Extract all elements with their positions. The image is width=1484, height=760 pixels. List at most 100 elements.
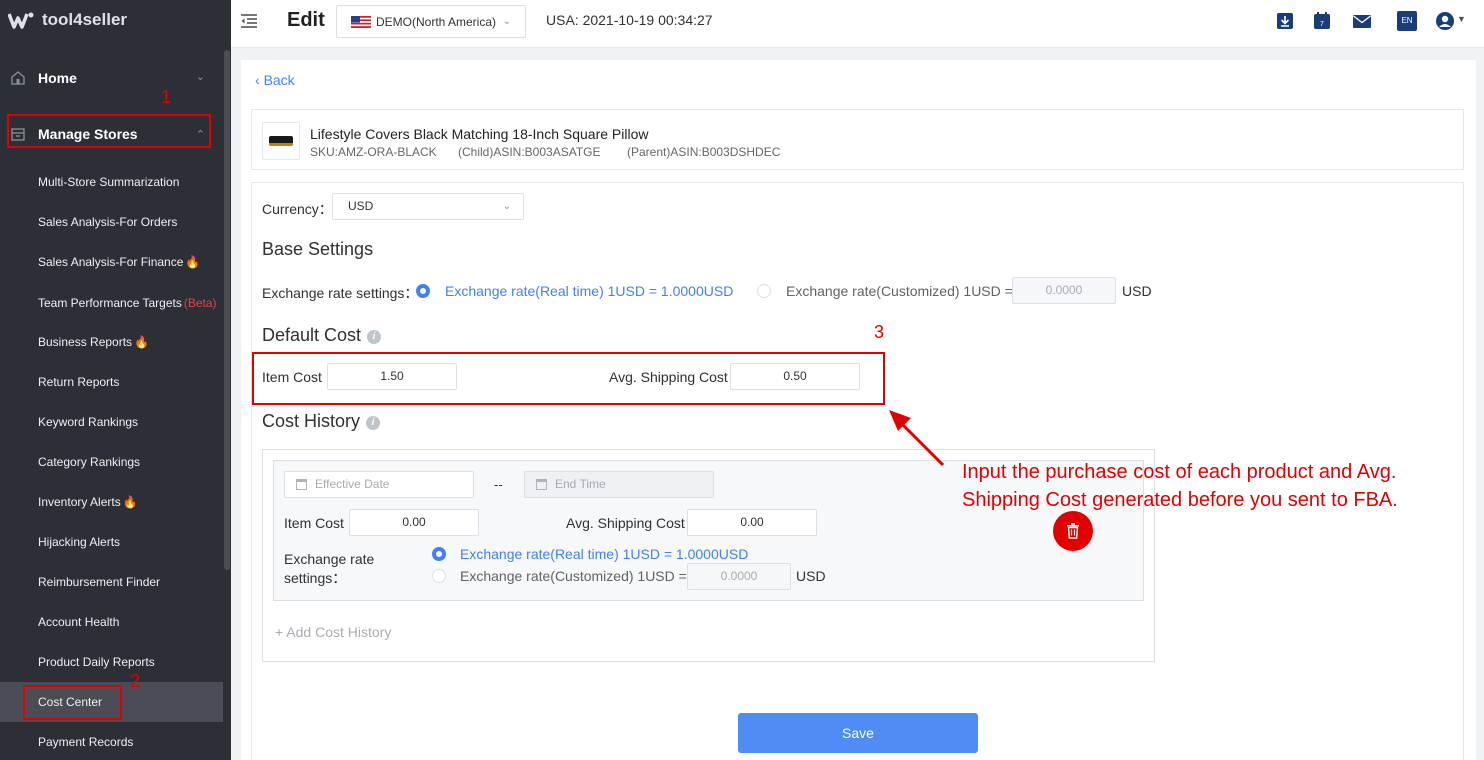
history-exchange-realtime-radio[interactable] xyxy=(432,547,446,561)
menu-fold-icon[interactable] xyxy=(240,13,258,29)
product-image xyxy=(262,122,300,160)
info-icon[interactable]: i xyxy=(367,330,382,344)
product-parent-asin: (Parent)ASIN:B003DSHDEC xyxy=(627,145,781,159)
annotation-box-2 xyxy=(23,685,122,720)
calendar-icon xyxy=(536,479,547,490)
user-avatar-icon[interactable] xyxy=(1435,11,1455,31)
sidebar-item-multi-store-summarization[interactable]: Multi-Store Summarization xyxy=(0,162,223,202)
mail-icon[interactable] xyxy=(1352,11,1372,31)
currency-select-value: USD xyxy=(348,199,374,213)
sidebar-item-label: Team Performance Targets xyxy=(38,296,182,310)
sidebar-item-label: Keyword Rankings xyxy=(38,415,139,429)
page-title: Edit xyxy=(287,9,325,31)
exchange-unit: USD xyxy=(1122,283,1152,299)
calendar-icon xyxy=(296,479,307,490)
back-label: Back xyxy=(263,72,295,88)
date-separator: -- xyxy=(494,477,503,492)
calendar-day: 7 xyxy=(1320,21,1324,28)
currency-label: Currency： xyxy=(262,201,333,217)
fire-icon: 🔥 xyxy=(122,495,138,509)
delete-history-button[interactable] xyxy=(1053,511,1093,551)
annotation-box-1 xyxy=(7,114,211,148)
annotation-number-2: 2 xyxy=(130,671,141,691)
sidebar-item-hijacking-alerts[interactable]: Hijacking Alerts xyxy=(0,522,223,562)
plus-icon: + xyxy=(275,624,287,640)
main-content: ‹ Back Lifestyle Covers Black Matching 1… xyxy=(241,60,1476,760)
history-shipping-cost-label: Avg. Shipping Cost xyxy=(566,515,685,531)
chevron-left-icon: ‹ xyxy=(255,72,264,88)
default-cost-title: Default Cost i xyxy=(262,325,382,346)
back-link[interactable]: ‹ Back xyxy=(255,72,295,88)
product-sku: SKU:AMZ-ORA-BLACK xyxy=(310,145,437,159)
sidebar-item-category-rankings[interactable]: Category Rankings xyxy=(0,442,223,482)
end-time-placeholder: End Time xyxy=(555,477,606,491)
info-icon[interactable]: i xyxy=(366,416,381,430)
sidebar-item-payment-records[interactable]: Payment Records xyxy=(0,722,223,760)
exchange-realtime-radio[interactable] xyxy=(416,284,430,298)
logo[interactable]: tool4seller xyxy=(8,8,127,32)
top-bar: Edit DEMO(North America) ⌄ USA: 2021-10-… xyxy=(231,0,1484,48)
sidebar-item-label: Sales Analysis-For Finance xyxy=(38,255,184,269)
history-exchange-custom-input[interactable]: 0.0000 xyxy=(687,563,791,590)
app-name: tool4seller xyxy=(42,10,128,29)
sidebar-item-return-reports[interactable]: Return Reports xyxy=(0,362,223,402)
download-icon[interactable] xyxy=(1275,11,1295,31)
sidebar-item-label: Sales Analysis-For Orders xyxy=(38,215,178,229)
base-settings-title: Base Settings xyxy=(262,239,374,259)
chevron-down-icon: ⌄ xyxy=(195,71,205,83)
trash-icon xyxy=(1067,523,1079,539)
sidebar-item-sales-analysis-orders[interactable]: Sales Analysis-For Orders xyxy=(0,202,223,242)
history-item-cost-input[interactable]: 0.00 xyxy=(349,509,479,536)
sidebar-item-label: Product Daily Reports xyxy=(38,655,155,669)
sidebar-item-label: Multi-Store Summarization xyxy=(38,175,180,189)
menu-home[interactable]: Home ⌄ xyxy=(0,56,223,100)
chevron-down-icon: ⌄ xyxy=(502,201,511,212)
exchange-realtime-label[interactable]: Exchange rate(Real time) 1USD = 1.0000US… xyxy=(445,283,733,299)
fire-icon: 🔥 xyxy=(185,255,201,269)
annotation-box-3 xyxy=(252,352,885,405)
sidebar-item-business-reports[interactable]: Business Reports 🔥 xyxy=(0,322,223,362)
effective-date-placeholder: Effective Date xyxy=(315,477,390,491)
sidebar-item-product-daily-reports[interactable]: Product Daily Reports xyxy=(0,642,223,682)
calendar-icon[interactable]: 7 xyxy=(1312,11,1332,31)
history-shipping-cost-input[interactable]: 0.00 xyxy=(687,509,817,536)
exchange-custom-input[interactable]: 0.0000 xyxy=(1012,277,1116,304)
save-button[interactable]: Save xyxy=(738,713,978,753)
sidebar-item-team-performance-targets[interactable]: Team Performance Targets (Beta) xyxy=(0,283,223,323)
history-item-cost-label: Item Cost xyxy=(284,515,344,531)
sidebar-item-account-health[interactable]: Account Health xyxy=(0,602,223,642)
exchange-custom-radio[interactable] xyxy=(757,284,771,298)
beta-badge: (Beta) xyxy=(183,296,217,310)
add-cost-history-button[interactable]: + Add Cost History xyxy=(275,624,391,640)
exchange-custom-label[interactable]: Exchange rate(Customized) 1USD = xyxy=(786,283,1013,299)
history-exchange-label-line1: Exchange rate xyxy=(284,551,375,567)
sidebar-item-reimbursement-finder[interactable]: Reimbursement Finder xyxy=(0,562,223,602)
sidebar-item-sales-analysis-finance[interactable]: Sales Analysis-For Finance 🔥 xyxy=(0,242,223,282)
currency-select[interactable]: USD ⌄ xyxy=(332,193,524,220)
history-exchange-label-line2: settings： xyxy=(284,570,347,586)
sidebar-item-label: Category Rankings xyxy=(38,455,141,469)
caret-down-icon[interactable]: ▼ xyxy=(1457,14,1466,24)
effective-date-input[interactable]: Effective Date xyxy=(284,471,474,498)
history-exchange-custom-label[interactable]: Exchange rate(Customized) 1USD = xyxy=(460,568,687,584)
sidebar-item-label: Business Reports xyxy=(38,335,133,349)
sidebar-item-label: Inventory Alerts xyxy=(38,495,121,509)
annotation-text: Input the purchase cost of each product … xyxy=(962,461,1398,511)
sidebar-item-label: Payment Records xyxy=(38,735,134,749)
sidebar-item-label: Return Reports xyxy=(38,375,120,389)
language-icon[interactable]: EN xyxy=(1397,11,1417,31)
cost-history-title-text: Cost History xyxy=(262,411,361,431)
history-exchange-custom-radio[interactable] xyxy=(432,569,446,583)
sidebar-item-keyword-rankings[interactable]: Keyword Rankings xyxy=(0,402,223,442)
store-select[interactable]: DEMO(North America) ⌄ xyxy=(336,5,526,38)
chevron-down-icon: ⌄ xyxy=(502,16,511,27)
logo-icon xyxy=(8,12,34,29)
add-cost-history-label: Add Cost History xyxy=(286,624,392,640)
sidebar-scrollbar[interactable] xyxy=(224,50,230,570)
menu-home-label: Home xyxy=(38,70,77,86)
sidebar-item-label: Account Health xyxy=(38,615,120,629)
fire-icon: 🔥 xyxy=(134,335,149,349)
sidebar-item-inventory-alerts[interactable]: Inventory Alerts 🔥 xyxy=(0,482,223,522)
history-exchange-realtime-label[interactable]: Exchange rate(Real time) 1USD = 1.0000US… xyxy=(460,546,748,562)
end-time-input[interactable]: End Time xyxy=(524,471,714,498)
